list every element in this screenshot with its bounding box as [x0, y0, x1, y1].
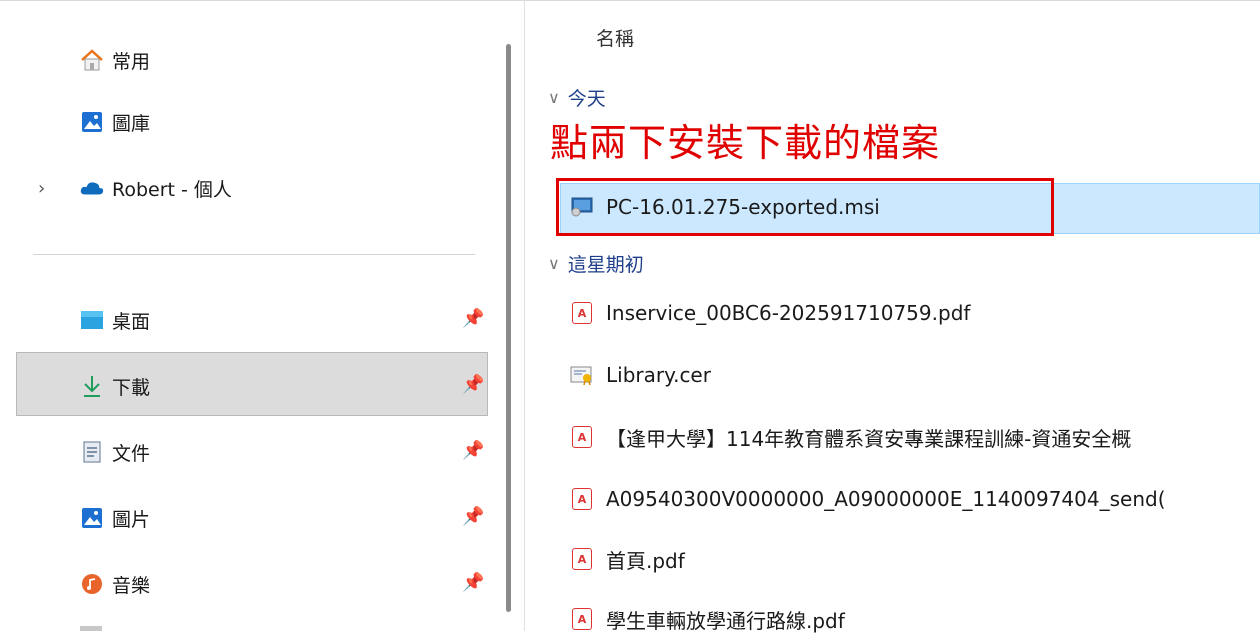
- annotation-text: 點兩下安裝下載的檔案: [550, 121, 941, 165]
- picture-icon: [80, 506, 104, 530]
- nav-label: 常用: [112, 50, 151, 73]
- navigation-pane: 常用 圖庫 › Robert - 個人 桌面 📌 下載 📌 文件 📌 圖片 📌 …: [0, 0, 500, 631]
- file-name: A09540300V0000000_A09000000E_1140097404_…: [606, 487, 1166, 511]
- file-row[interactable]: A 學生車輛放學通行路線.pdf: [570, 598, 845, 640]
- pin-icon[interactable]: 📌: [462, 506, 484, 527]
- desktop-icon: [80, 308, 104, 332]
- group-label: 今天: [567, 88, 606, 110]
- nav-label: 桌面: [112, 310, 151, 333]
- certificate-icon: [570, 363, 594, 387]
- column-header-name[interactable]: 名稱: [596, 24, 634, 51]
- pin-icon[interactable]: 📌: [462, 308, 484, 329]
- nav-item-home[interactable]: 常用: [80, 40, 150, 80]
- chevron-down-icon: ∨: [548, 254, 560, 273]
- nav-item-onedrive[interactable]: Robert - 個人: [80, 168, 232, 208]
- file-row[interactable]: A Inservice_00BC6-202591710759.pdf: [570, 292, 970, 334]
- nav-item-desktop[interactable]: 桌面: [80, 300, 150, 340]
- pdf-icon: A: [570, 607, 594, 631]
- file-row[interactable]: A A09540300V0000000_A09000000E_114009740…: [570, 478, 1166, 520]
- file-row[interactable]: A 首頁.pdf: [570, 538, 685, 580]
- download-icon: [80, 374, 104, 398]
- file-name: Library.cer: [606, 363, 711, 387]
- group-header-today[interactable]: ∨ 今天: [548, 84, 606, 111]
- nav-separator: [33, 254, 475, 255]
- chevron-down-icon: ∨: [548, 88, 560, 107]
- nav-item-gallery[interactable]: 圖庫: [80, 102, 150, 142]
- nav-scrollbar[interactable]: [506, 44, 511, 612]
- nav-label: Robert - 個人: [112, 178, 232, 201]
- nav-label: 圖庫: [112, 112, 151, 135]
- music-icon: [80, 572, 104, 596]
- nav-item-downloads[interactable]: 下載: [80, 366, 150, 406]
- file-name: Inservice_00BC6-202591710759.pdf: [606, 301, 971, 325]
- nav-item-music[interactable]: 音樂: [80, 564, 150, 604]
- file-name: 【逢甲大學】114年教育體系資安專業課程訓練-資通安全概: [606, 426, 1132, 451]
- nav-label: 下載: [112, 376, 151, 399]
- pin-icon[interactable]: 📌: [462, 440, 484, 461]
- file-name: 首頁.pdf: [606, 548, 685, 573]
- pdf-icon: A: [570, 425, 594, 449]
- pdf-icon: A: [570, 301, 594, 325]
- pdf-icon: A: [570, 547, 594, 571]
- cloud-icon: [80, 176, 104, 200]
- pin-icon[interactable]: 📌: [462, 572, 484, 593]
- pdf-icon: A: [570, 487, 594, 511]
- file-row[interactable]: Library.cer: [570, 354, 711, 396]
- gallery-icon: [80, 110, 104, 134]
- partial-nav-icon: [80, 626, 102, 631]
- expand-chevron-icon[interactable]: ›: [38, 178, 45, 199]
- document-icon: [80, 440, 104, 464]
- nav-label: 音樂: [112, 574, 151, 597]
- nav-label: 圖片: [112, 508, 151, 531]
- group-label: 這星期初: [567, 254, 644, 276]
- annotation-highlight-box: [556, 178, 1054, 236]
- nav-item-pictures[interactable]: 圖片: [80, 498, 150, 538]
- pin-icon[interactable]: 📌: [462, 374, 484, 395]
- pane-splitter[interactable]: [524, 0, 525, 631]
- nav-label: 文件: [112, 442, 151, 465]
- home-icon: [80, 48, 104, 72]
- group-header-this-week[interactable]: ∨ 這星期初: [548, 250, 644, 277]
- file-name: 學生車輛放學通行路線.pdf: [606, 608, 845, 633]
- file-row[interactable]: A 【逢甲大學】114年教育體系資安專業課程訓練-資通安全概: [570, 416, 1131, 458]
- nav-item-documents[interactable]: 文件: [80, 432, 150, 472]
